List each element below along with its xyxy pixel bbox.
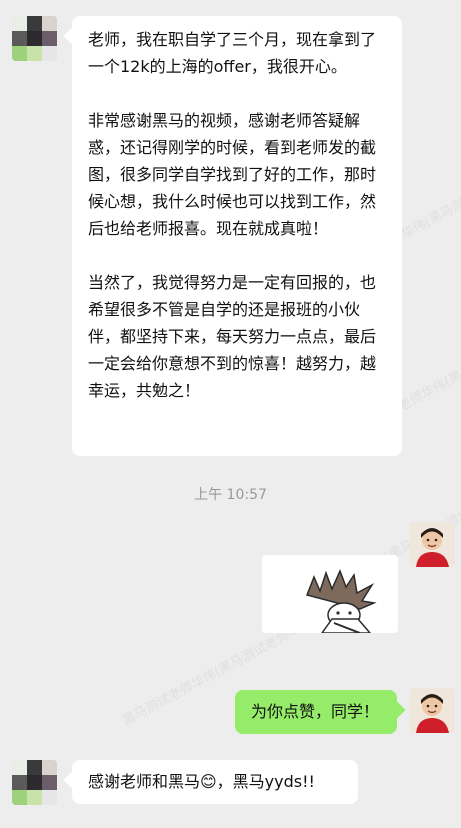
sender-avatar[interactable] bbox=[12, 760, 57, 805]
person-avatar-icon bbox=[410, 522, 455, 567]
pixelated-avatar-icon bbox=[12, 16, 57, 61]
message-text-thanks: 感谢老师和黑马😊，黑马yyds!! bbox=[88, 772, 315, 791]
message-timestamp: 上午 10:57 bbox=[194, 487, 267, 503]
person-avatar-icon bbox=[410, 688, 455, 733]
recipient-avatar[interactable] bbox=[410, 688, 455, 733]
message-paragraph-1: 老师，我在职自学了三个月，现在拿到了一个12k的上海的offer，我很开心。 bbox=[88, 30, 377, 76]
sticker-image[interactable] bbox=[262, 555, 398, 633]
recipient-avatar[interactable] bbox=[410, 522, 455, 567]
sender-avatar[interactable] bbox=[12, 16, 57, 61]
pixelated-avatar-icon bbox=[12, 760, 57, 805]
message-bubble-long[interactable]: 老师，我在职自学了三个月，现在拿到了一个12k的上海的offer，我很开心。 非… bbox=[72, 16, 402, 456]
message-bubble-thanks[interactable]: 感谢老师和黑马😊，黑马yyds!! bbox=[72, 760, 358, 804]
chat-view: 黑马测试老师华伟(黑马测试老师华伟) 黑马测试老师华伟(黑马测试老师华伟) 黑马… bbox=[0, 0, 461, 828]
cartoon-sticker-icon bbox=[262, 555, 398, 633]
message-bubble-praise[interactable]: 为你点赞，同学！ bbox=[235, 690, 397, 734]
message-paragraph-2: 非常感谢黑马的视频，感谢老师答疑解惑，还记得刚学的时候，看到老师发的截图，很多同… bbox=[88, 111, 377, 238]
message-paragraph-3: 当然了，我觉得努力是一定有回报的，也希望很多不管是自学的还是报班的小伙伴，都坚持… bbox=[88, 273, 377, 400]
message-text-praise: 为你点赞，同学！ bbox=[251, 702, 380, 721]
